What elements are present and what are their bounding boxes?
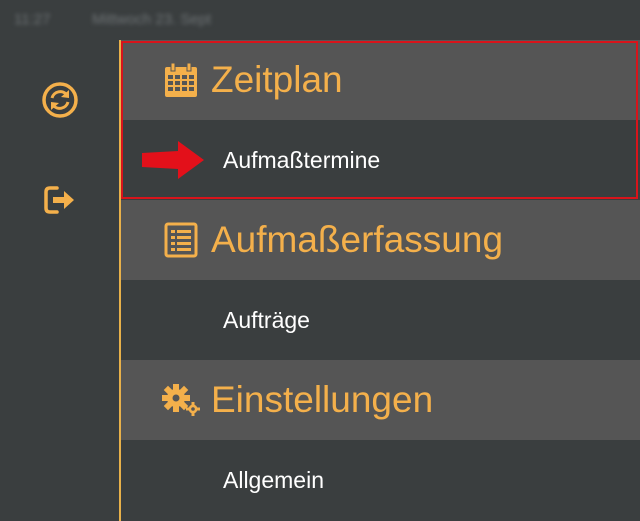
- arrow-right-icon: [142, 141, 204, 179]
- logout-button[interactable]: [40, 180, 80, 220]
- section-title-einstellungen: Einstellungen: [211, 379, 434, 420]
- menu-item-allgemein[interactable]: Allgemein: [121, 440, 640, 520]
- menu-item-label: Allgemein: [223, 466, 324, 493]
- list-icon: [161, 220, 201, 260]
- status-time: 11:27: [14, 11, 51, 28]
- sync-button[interactable]: [40, 80, 80, 120]
- menu-item-label: Aufträge: [223, 306, 310, 333]
- sync-icon: [42, 82, 78, 118]
- section-title-aufmasserfassung: Aufmaßerfassung: [211, 219, 504, 260]
- section-header-einstellungen: Einstellungen: [121, 360, 640, 440]
- side-rail: [0, 40, 120, 521]
- logout-icon: [44, 186, 74, 214]
- status-bar: 11:27 Mittwoch 23. Sept: [0, 0, 640, 40]
- menu-item-auftraege[interactable]: Aufträge: [121, 280, 640, 360]
- section-title-zeitplan: Zeitplan: [211, 59, 343, 100]
- calendar-icon: [161, 60, 201, 100]
- menu-item-label: Aufmaßtermine: [223, 146, 381, 173]
- status-date: Mittwoch 23. Sept: [92, 11, 212, 28]
- section-header-zeitplan: Zeitplan: [121, 40, 640, 120]
- gears-icon: [161, 380, 201, 420]
- section-header-aufmasserfassung: Aufmaßerfassung: [121, 200, 640, 280]
- navigation-menu: Zeitplan Aufmaßtermine Aufmaßerfassung A…: [121, 40, 640, 520]
